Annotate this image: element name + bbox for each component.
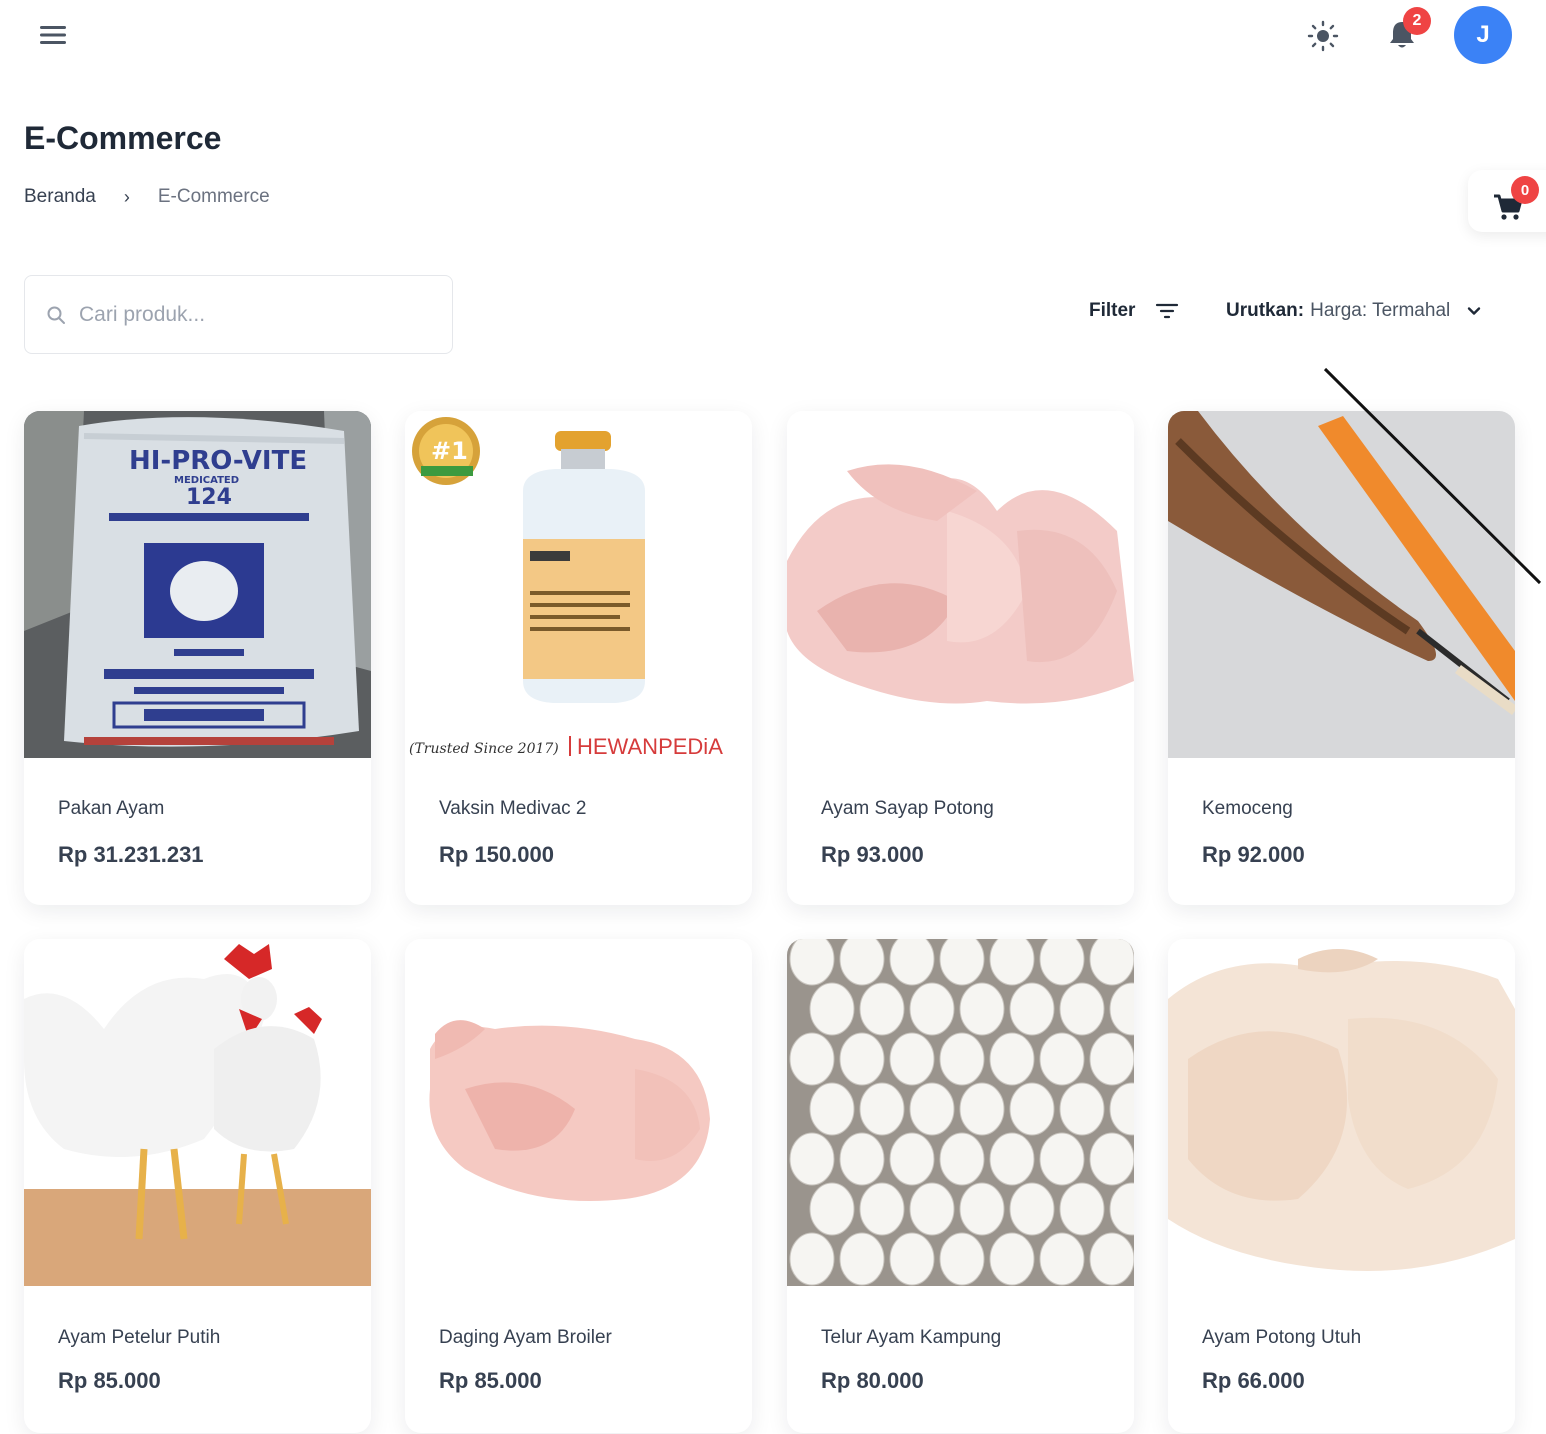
breadcrumb-separator-icon: › — [123, 186, 130, 207]
product-image-whole-chicken — [1168, 939, 1515, 1286]
product-name: Daging Ayam Broiler — [439, 1327, 612, 1348]
filter-label: Filter — [1089, 300, 1136, 321]
product-name: Pakan Ayam — [58, 798, 165, 819]
sun-icon — [1307, 20, 1339, 52]
vaccine-brand: HEWANPEDiA — [577, 734, 723, 758]
product-name: Vaksin Medivac 2 — [439, 798, 587, 819]
vaccine-badge-text: #1 — [431, 437, 468, 465]
sort-dropdown[interactable]: Urutkan: Harga: Termahal — [1226, 300, 1482, 322]
user-avatar[interactable]: J — [1454, 6, 1512, 64]
search-box — [24, 275, 453, 354]
search-input[interactable] — [79, 302, 419, 327]
product-card[interactable]: Kemoceng Rp 92.000 — [1168, 411, 1515, 905]
product-image-white-layer-hens — [24, 939, 371, 1286]
menu-button[interactable] — [36, 22, 70, 48]
filter-icon — [1156, 303, 1179, 319]
breadcrumb-current: E-Commerce — [157, 186, 270, 207]
product-card[interactable]: Ayam Sayap Potong Rp 93.000 — [787, 411, 1134, 905]
product-image-vaccine: #1 (Trusted Since 2017) HEWANPEDiA — [405, 411, 752, 758]
vaccine-tagline: (Trusted Since 2017) — [409, 741, 559, 757]
cart-count-badge: 0 — [1511, 176, 1539, 204]
product-price: Rp 85.000 — [439, 1368, 542, 1393]
product-name: Ayam Sayap Potong — [821, 798, 994, 819]
product-name: Kemoceng — [1202, 798, 1293, 819]
feed-bag-brand: HI-PRO-VITE — [129, 446, 307, 476]
product-card[interactable]: Ayam Potong Utuh Rp 66.000 — [1168, 939, 1515, 1433]
theme-toggle-button[interactable] — [1303, 16, 1343, 56]
product-image-feed-bag: HI-PRO-VITE MEDICATED 124 — [24, 411, 371, 758]
filter-button[interactable]: Filter — [1089, 300, 1179, 322]
product-price: Rp 80.000 — [821, 1368, 924, 1393]
feed-bag-code: 124 — [186, 485, 232, 510]
breadcrumb-home-link[interactable]: Beranda — [24, 186, 96, 208]
product-price: Rp 31.231.231 — [58, 842, 204, 867]
notification-count-badge: 2 — [1403, 7, 1431, 35]
product-image-feather-duster — [1168, 411, 1515, 758]
search-icon — [47, 306, 65, 324]
product-name: Ayam Potong Utuh — [1202, 1327, 1362, 1348]
sort-label: Urutkan: — [1226, 300, 1305, 321]
product-price: Rp 150.000 — [439, 842, 554, 867]
sort-value: Harga: Termahal — [1310, 300, 1451, 321]
product-price: Rp 92.000 — [1202, 842, 1305, 867]
breadcrumb: Beranda › E-Commerce — [24, 186, 270, 208]
page-title: E-Commerce — [24, 120, 222, 156]
product-name: Ayam Petelur Putih — [58, 1327, 221, 1348]
product-card[interactable]: Telur Ayam Kampung Rp 80.000 — [787, 939, 1134, 1433]
product-price: Rp 66.000 — [1202, 1368, 1305, 1393]
product-image-chicken-wings — [787, 411, 1134, 758]
product-card[interactable]: HI-PRO-VITE MEDICATED 124 Pakan Ayam Rp … — [24, 411, 371, 905]
product-image-broiler-meat — [405, 939, 752, 1286]
chevron-down-icon — [1468, 307, 1481, 315]
menu-icon — [40, 26, 66, 44]
product-name: Telur Ayam Kampung — [821, 1327, 1002, 1348]
product-card[interactable]: Daging Ayam Broiler Rp 85.000 — [405, 939, 752, 1433]
product-card[interactable]: Ayam Petelur Putih Rp 85.000 — [24, 939, 371, 1433]
product-price: Rp 93.000 — [821, 842, 924, 867]
product-card[interactable]: #1 (Trusted Since 2017) HEWANPEDiA Vaksi… — [405, 411, 752, 905]
top-bar: 2 J — [0, 0, 1546, 72]
product-price: Rp 85.000 — [58, 1368, 161, 1393]
product-image-eggs-tray — [787, 939, 1134, 1286]
